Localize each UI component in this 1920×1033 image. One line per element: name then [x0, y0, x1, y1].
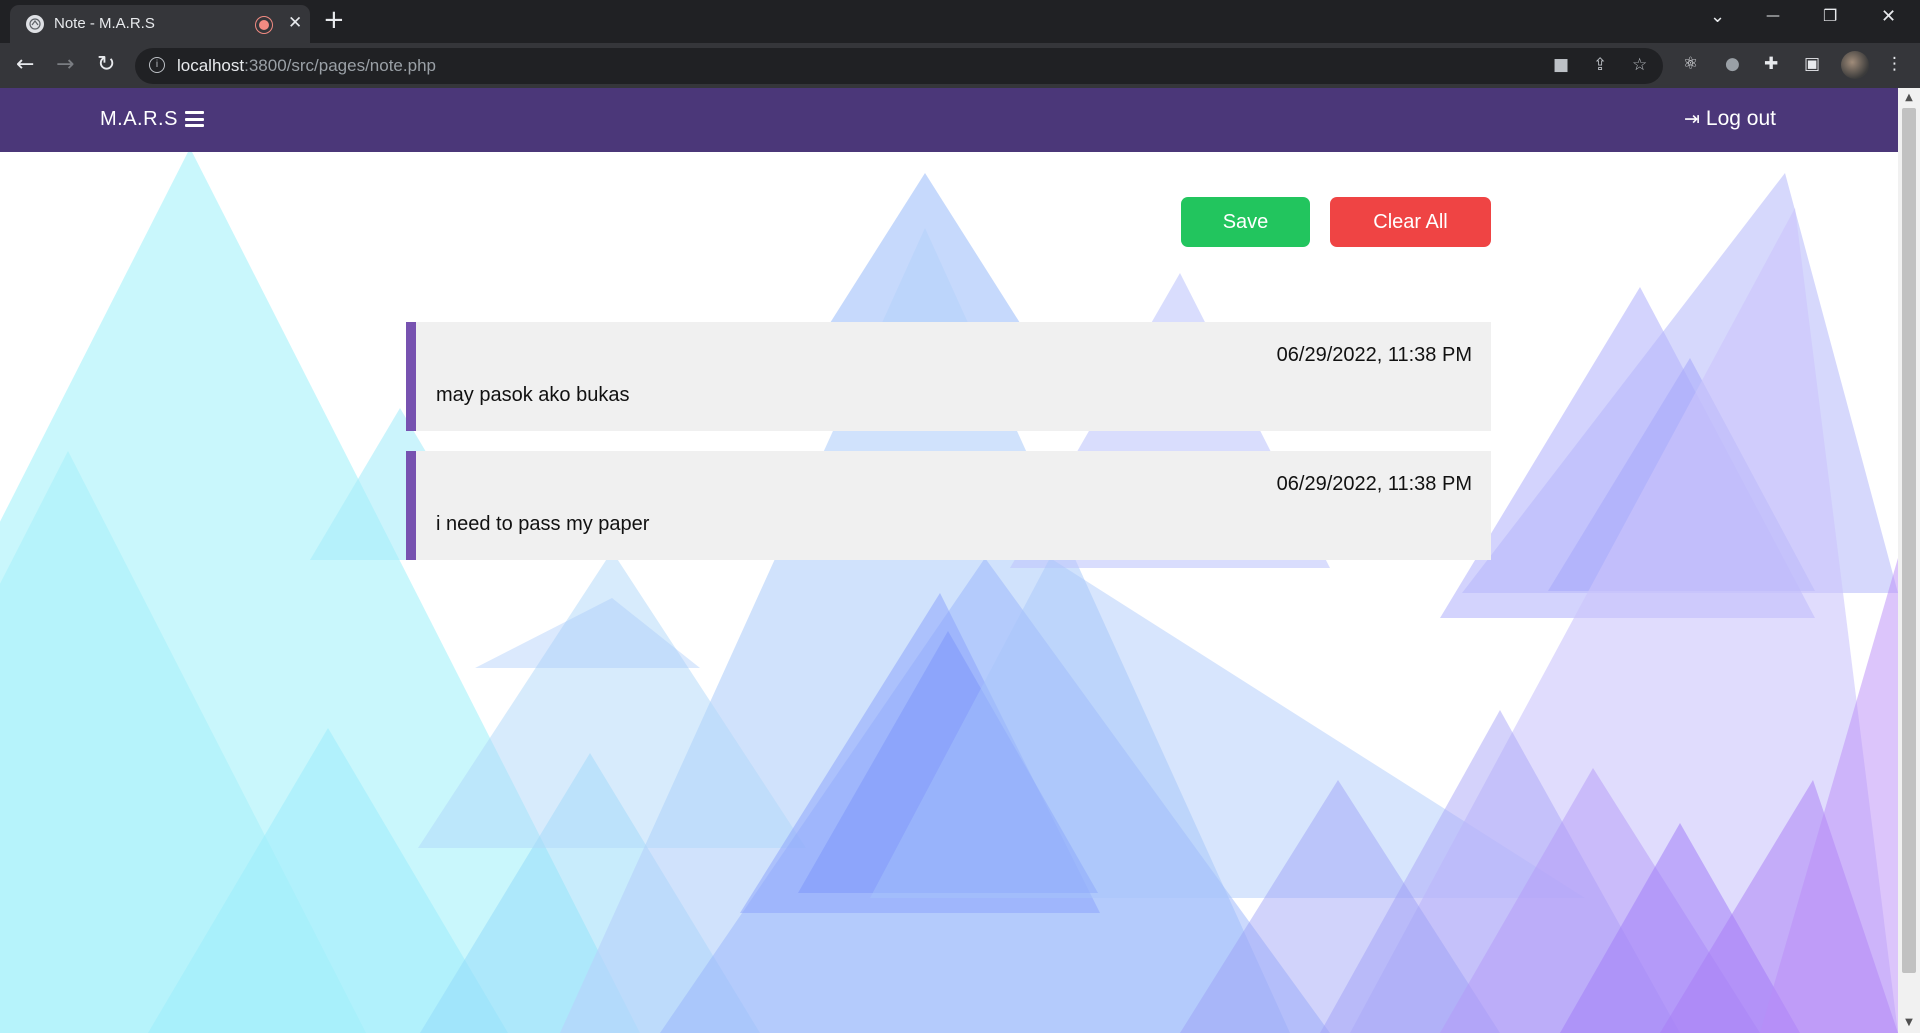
browser-toolbar: ← → ↻ i localhost:3800/src/pages/note.ph…	[0, 43, 1920, 88]
tab-search-icon[interactable]: ⌄	[1710, 6, 1725, 27]
restore-button[interactable]: ❐	[1823, 6, 1837, 25]
page-scrollbar[interactable]: ▲ ▼	[1898, 88, 1920, 1033]
share-icon[interactable]: ⇪	[1593, 55, 1607, 75]
note-text: i need to pass my paper	[436, 513, 650, 535]
minimize-button[interactable]: —	[1766, 8, 1780, 24]
camera-icon[interactable]: ■	[1553, 55, 1569, 75]
tab-close-icon[interactable]: ✕	[288, 13, 302, 33]
note-card[interactable]: 06/29/2022, 11:38 PM may pasok ako bukas	[406, 322, 1491, 431]
new-tab-button[interactable]: +	[323, 5, 345, 35]
site-info-icon[interactable]: i	[149, 57, 165, 73]
back-icon[interactable]: ←	[16, 52, 34, 77]
browser-tab[interactable]: Note - M.A.R.S ✕	[10, 5, 310, 43]
address-bar[interactable]: i localhost:3800/src/pages/note.php ■ ⇪ …	[135, 48, 1663, 84]
tab-title: Note - M.A.R.S	[54, 15, 155, 32]
extension-icon[interactable]: ●	[1725, 54, 1740, 74]
page-viewport: M.A.R.S ⇥ Log out Save Clear All 06/29/20…	[0, 88, 1898, 1033]
notes-list: 06/29/2022, 11:38 PM may pasok ako bukas…	[406, 322, 1491, 580]
note-timestamp: 06/29/2022, 11:38 PM	[1276, 473, 1472, 495]
hamburger-menu-icon[interactable]	[185, 111, 204, 127]
clear-all-button[interactable]: Clear All	[1330, 197, 1491, 247]
save-button[interactable]: Save	[1181, 197, 1310, 247]
window-close-button[interactable]: ✕	[1881, 6, 1896, 27]
app-navbar: M.A.R.S ⇥ Log out	[0, 88, 1898, 152]
reload-icon[interactable]: ↻	[97, 52, 115, 77]
note-timestamp: 06/29/2022, 11:38 PM	[1276, 344, 1472, 366]
url-text[interactable]: localhost:3800/src/pages/note.php	[177, 56, 436, 76]
brand-logo[interactable]: M.A.R.S	[100, 108, 178, 131]
recording-indicator-icon	[256, 17, 272, 33]
side-panel-icon[interactable]: ▣	[1804, 54, 1820, 74]
tab-favicon-icon	[26, 15, 44, 33]
note-text: may pasok ako bukas	[436, 384, 630, 406]
note-card[interactable]: 06/29/2022, 11:38 PM i need to pass my p…	[406, 451, 1491, 560]
profile-avatar[interactable]	[1841, 51, 1869, 79]
sign-out-icon: ⇥	[1684, 109, 1700, 130]
scroll-up-arrow-icon[interactable]: ▲	[1898, 90, 1920, 106]
browser-menu-icon[interactable]: ⋮	[1886, 54, 1903, 74]
logout-link[interactable]: ⇥ Log out	[1684, 107, 1776, 131]
scroll-down-arrow-icon[interactable]: ▼	[1898, 1015, 1920, 1031]
forward-icon[interactable]: →	[56, 52, 74, 77]
browser-tab-strip: Note - M.A.R.S ✕ + ⌄ — ❐ ✕	[0, 0, 1920, 43]
scrollbar-thumb[interactable]	[1902, 108, 1916, 973]
react-devtools-icon[interactable]: ⚛	[1683, 54, 1698, 74]
bookmark-star-icon[interactable]: ☆	[1632, 55, 1647, 75]
extensions-puzzle-icon[interactable]: ✚	[1764, 54, 1778, 74]
